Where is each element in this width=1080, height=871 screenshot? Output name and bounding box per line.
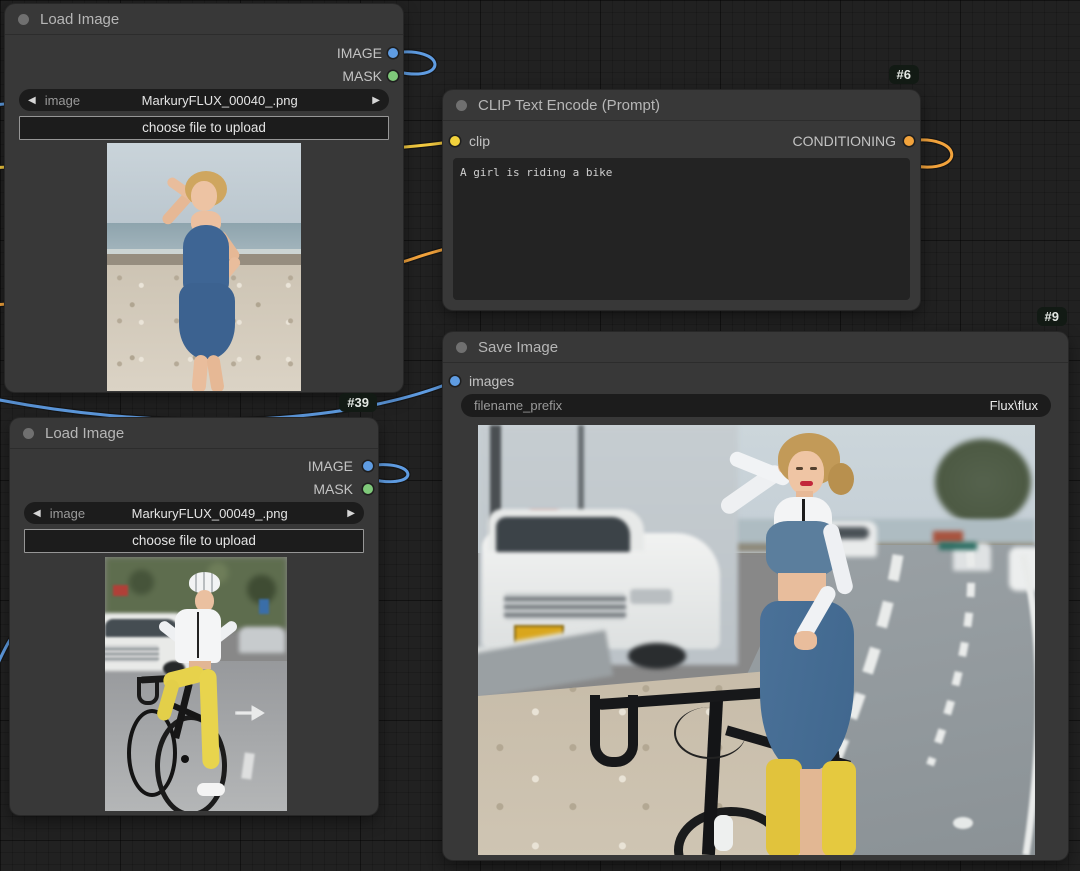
- collapse-dot-icon[interactable]: [23, 428, 34, 439]
- image-output-dot[interactable]: [363, 461, 373, 471]
- prompt-textarea[interactable]: A girl is riding a bike: [453, 158, 910, 300]
- choose-file-button[interactable]: choose file to upload: [19, 116, 389, 140]
- image-preview-street-bike: [105, 557, 287, 811]
- combo-value[interactable]: MarkuryFLUX_00040_.png: [80, 93, 363, 108]
- prev-arrow-icon[interactable]: ◀: [19, 95, 45, 106]
- node-load-image-2[interactable]: #39 Load Image IMAGE MASK ◀ image Markur…: [10, 418, 378, 815]
- image-preview-result: [478, 425, 1035, 855]
- image-combo-widget[interactable]: ◀ image MarkuryFLUX_00049_.png ▶: [24, 502, 364, 524]
- filename-prefix-value[interactable]: Flux\flux: [990, 398, 1038, 413]
- image-preview-beach: [107, 143, 301, 391]
- next-arrow-icon[interactable]: ▶: [338, 508, 364, 519]
- node-graph-canvas[interactable]: Load Image IMAGE MASK ◀ image MarkuryFLU…: [0, 0, 1080, 871]
- next-arrow-icon[interactable]: ▶: [363, 95, 389, 106]
- filename-prefix-label: filename_prefix: [474, 398, 562, 413]
- node-clip-text-encode[interactable]: #6 CLIP Text Encode (Prompt) clip CONDIT…: [443, 90, 920, 310]
- output-label-mask: MASK: [342, 67, 382, 85]
- collapse-dot-icon[interactable]: [456, 342, 467, 353]
- node-id-badge: #6: [889, 65, 919, 84]
- input-label-clip: clip: [469, 132, 490, 150]
- combo-label: image: [45, 93, 80, 108]
- node-save-image[interactable]: #9 Save Image images filename_prefix Flu…: [443, 332, 1068, 860]
- conditioning-output-dot[interactable]: [904, 136, 914, 146]
- output-label-mask: MASK: [313, 480, 353, 498]
- filename-prefix-widget[interactable]: filename_prefix Flux\flux: [461, 394, 1051, 417]
- mask-output-dot[interactable]: [388, 71, 398, 81]
- image-output-dot[interactable]: [388, 48, 398, 58]
- input-label-images: images: [469, 372, 514, 390]
- node-title: Load Image: [45, 425, 124, 442]
- node-clip-header[interactable]: CLIP Text Encode (Prompt): [443, 90, 920, 121]
- image-combo-widget[interactable]: ◀ image MarkuryFLUX_00040_.png ▶: [19, 89, 389, 111]
- images-input-dot[interactable]: [450, 376, 460, 386]
- prev-arrow-icon[interactable]: ◀: [24, 508, 50, 519]
- collapse-dot-icon[interactable]: [456, 100, 467, 111]
- output-label-conditioning: CONDITIONING: [793, 132, 896, 150]
- combo-label: image: [50, 506, 85, 521]
- node-title: Load Image: [40, 11, 119, 28]
- node-save-image-header[interactable]: Save Image: [443, 332, 1068, 363]
- node-title: CLIP Text Encode (Prompt): [478, 97, 660, 114]
- node-title: Save Image: [478, 339, 558, 356]
- choose-file-button[interactable]: choose file to upload: [24, 529, 364, 553]
- collapse-dot-icon[interactable]: [18, 14, 29, 25]
- mask-output-dot[interactable]: [363, 484, 373, 494]
- combo-value[interactable]: MarkuryFLUX_00049_.png: [85, 506, 338, 521]
- output-label-image: IMAGE: [308, 457, 353, 475]
- node-load-image-2-header[interactable]: Load Image: [10, 418, 378, 449]
- node-load-image-1[interactable]: Load Image IMAGE MASK ◀ image MarkuryFLU…: [5, 4, 403, 392]
- node-load-image-1-header[interactable]: Load Image: [5, 4, 403, 35]
- node-id-badge: #9: [1037, 307, 1067, 326]
- clip-input-dot[interactable]: [450, 136, 460, 146]
- output-label-image: IMAGE: [337, 44, 382, 62]
- node-id-badge: #39: [339, 393, 377, 412]
